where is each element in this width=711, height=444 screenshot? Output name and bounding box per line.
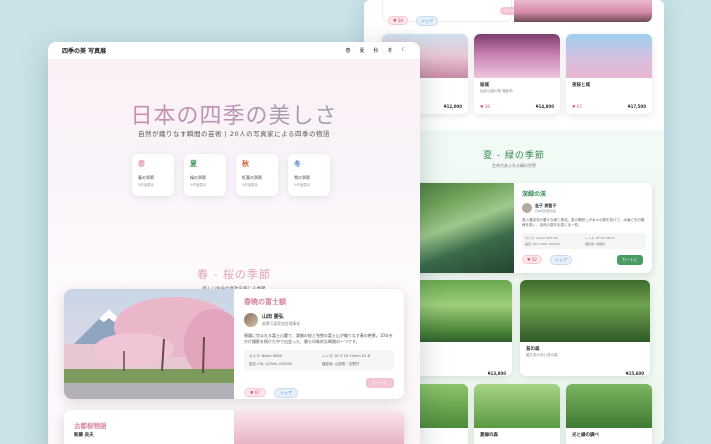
photo-card[interactable]: 桜城 弘前公園の桜 撮影地 ♥ 39 ¥14,800 — [474, 34, 560, 114]
feature-desc: 朝霧に包まれる富士山麓で、満開の桜と残雪の富士山が織りなす春の絶景。10年をかけ… — [244, 333, 393, 344]
site-logo[interactable]: 四季の美 写真展 — [62, 46, 106, 55]
hero-subtitle: 自然が織りなす瞬間の芸術 | 20人の写真家による四季の物語 — [138, 130, 330, 138]
card-title: 光と緑の調べ — [572, 433, 599, 438]
price: ¥17,500 — [627, 104, 646, 109]
season-card-autumn[interactable]: 秋 紅葉の季節 5作品展示 — [236, 154, 278, 196]
kyoto-sakura-photo — [234, 410, 404, 444]
author-role: 風景写真家協会理事長 — [262, 321, 300, 326]
season-count: 5作品展示 — [190, 183, 207, 187]
price: ¥12,000 — [443, 104, 462, 109]
feature-actions: ♥ 67 シェア カートに — [244, 378, 394, 398]
author-name: 山田 勝弘 — [262, 314, 284, 320]
card-title: 夜桜と城 — [572, 83, 590, 88]
spring-title: 春 - 桜の季節 — [197, 268, 271, 281]
card-title: 桜城 — [480, 83, 489, 88]
photo-card[interactable]: 夏緑の森 — [474, 384, 560, 444]
cherry-blossom-photo — [514, 0, 652, 22]
forest-photo — [474, 384, 560, 428]
share-button[interactable]: シェア — [550, 255, 573, 265]
moss-forest-photo — [520, 280, 650, 342]
card-desc: 屋久島の深い苔の森 — [526, 353, 558, 357]
nav-winter[interactable]: 冬 — [388, 47, 393, 54]
photo-card[interactable]: 夜桜と城 ♥ 67 ¥17,500 — [566, 34, 652, 114]
spring-gallery-row: ♥ 48¥12,000 桜城 弘前公園の桜 撮影地 ♥ 39¥14,800 夜桜… — [382, 34, 652, 114]
camera-specs: カメラ: Nikon D850 レンズ: AF-S 24-70mm f/2.8 … — [244, 350, 394, 371]
avatar — [244, 313, 258, 327]
dark-mode-icon[interactable]: ☾ — [402, 47, 406, 54]
autumn-icon: 秋 — [242, 160, 249, 168]
season-label: 雪の季節 — [294, 175, 310, 180]
card-title: 苔の森 — [526, 347, 540, 352]
season-count: 5作品展示 — [242, 183, 259, 187]
nav-spring[interactable]: 春 — [345, 47, 350, 54]
spec-camera: カメラ: Nikon D850 — [249, 354, 283, 358]
like-button[interactable]: ♥ 67 — [244, 388, 266, 397]
like-button[interactable]: ♥ 58 — [388, 16, 408, 25]
tower-sakura-photo — [566, 34, 652, 78]
share-button[interactable]: シェア — [416, 16, 439, 26]
night-sakura-photo — [474, 34, 560, 78]
season-count: 5作品展示 — [138, 183, 155, 187]
season-cards: 春 春の季節 5作品展示 夏 緑の季節 5作品展示 秋 紅葉の季節 5作品展示 … — [132, 154, 332, 196]
nav-summer[interactable]: 夏 — [359, 47, 364, 54]
fuji-sakura-photo — [64, 289, 234, 399]
card-title: 夏緑の森 — [480, 433, 498, 438]
spec-location: 撮影地: 山梨県・忍野村 — [322, 362, 360, 366]
spring-second-card[interactable]: 古都桜物語 新藤 良夫 — [64, 410, 404, 444]
summer-gallery-row: ¥13,800 苔の森 屋久島の深い苔の森 ¥15,600 — [382, 280, 652, 376]
add-to-cart-button[interactable]: カートに — [617, 255, 643, 265]
season-count: 5作品展示 — [294, 183, 311, 187]
spec-settings: 設定: f/8, 1/60s, ISO100 — [525, 241, 560, 246]
season-label: 紅葉の季節 — [242, 175, 262, 180]
author-name: 新藤 良夫 — [74, 433, 94, 438]
add-to-cart-button[interactable]: カートに — [366, 378, 394, 388]
photo-card[interactable]: 苔の森 屋久島の深い苔の森 ¥15,600 — [520, 280, 650, 376]
forest-photo — [566, 384, 652, 428]
summer-gallery-row-2: 夏緑の森 光と緑の調べ — [382, 384, 652, 444]
season-label: 春の季節 — [138, 175, 154, 180]
like-button[interactable]: ♥ 52 — [522, 255, 542, 264]
season-menu: 春 夏 秋 冬 ☾ — [345, 47, 406, 54]
spec-settings: 設定: f/8, 1/250s, ISO200 — [249, 362, 292, 366]
top-nav: 四季の美 写真展 春 夏 秋 冬 ☾ — [48, 42, 420, 60]
spec-location: 撮影地: 青森県 — [585, 241, 605, 246]
season-card-summer[interactable]: 夏 緑の季節 5作品展示 — [184, 154, 226, 196]
spring-feature-card[interactable]: 春暁の富士額 山田 勝弘 風景写真家協会理事長 朝霧に包まれる富士山麓で、満開の… — [64, 289, 404, 399]
author-role: 日本写真家協会 — [535, 209, 557, 213]
season-card-spring[interactable]: 春 春の季節 5作品展示 — [132, 154, 174, 196]
summer-feature-card[interactable]: 深緑の渓 金子 美智子 日本写真家協会 奥入瀬渓流の豊かな緑と清流。夏の陽射しが… — [382, 183, 652, 273]
spec-camera: カメラ: Canon EOS R5 — [525, 235, 558, 240]
price: ¥14,800 — [535, 104, 554, 109]
feature-desc: 奥入瀬渓流の豊かな緑と清流。夏の陽射しが木々の間を抜けて、水面に光の模様を描く。… — [522, 218, 645, 228]
season-label: 緑の季節 — [190, 175, 206, 180]
main-window: 四季の美 写真展 春 夏 秋 冬 ☾ 日本の四季の美しさ 自然が織りなす瞬間の芸… — [48, 42, 420, 444]
summer-icon: 夏 — [190, 160, 197, 168]
share-button[interactable]: シェア — [274, 388, 299, 398]
spec-lens: レンズ: RF 24-70mm — [585, 235, 616, 240]
winter-icon: 冬 — [294, 160, 301, 168]
price: ¥13,800 — [487, 371, 506, 376]
photo-card[interactable]: 光と緑の調べ — [566, 384, 652, 444]
fuji-sakura-illustration — [64, 289, 234, 399]
like-count[interactable]: ♥ 39 — [480, 104, 490, 109]
like-count[interactable]: ♥ 67 — [572, 104, 582, 109]
card-title: 古都桜物語 — [74, 422, 107, 430]
avatar — [522, 203, 532, 213]
card-desc: 弘前公園の桜 撮影地 — [480, 89, 513, 93]
author: 金子 美智子 日本写真家協会 — [522, 203, 646, 213]
season-card-winter[interactable]: 冬 雪の季節 5作品展示 — [288, 154, 330, 196]
price: ¥15,600 — [625, 371, 644, 376]
hero-section: 日本の四季の美しさ 自然が織りなす瞬間の芸術 | 20人の写真家による四季の物語… — [48, 60, 420, 260]
feature-title: 深緑の渓 — [522, 191, 547, 198]
author: 山田 勝弘 風景写真家協会理事長 — [244, 313, 394, 327]
nav-autumn[interactable]: 秋 — [373, 47, 378, 54]
spring-top-card: ♥ 58 シェア カートに — [382, 0, 652, 26]
feature-title: 春暁の富士額 — [244, 297, 286, 306]
spec-lens: レンズ: AF-S 24-70mm f/2.8 — [322, 354, 370, 358]
spring-icon: 春 — [138, 160, 145, 168]
hero-title: 日本の四季の美しさ — [48, 98, 420, 130]
